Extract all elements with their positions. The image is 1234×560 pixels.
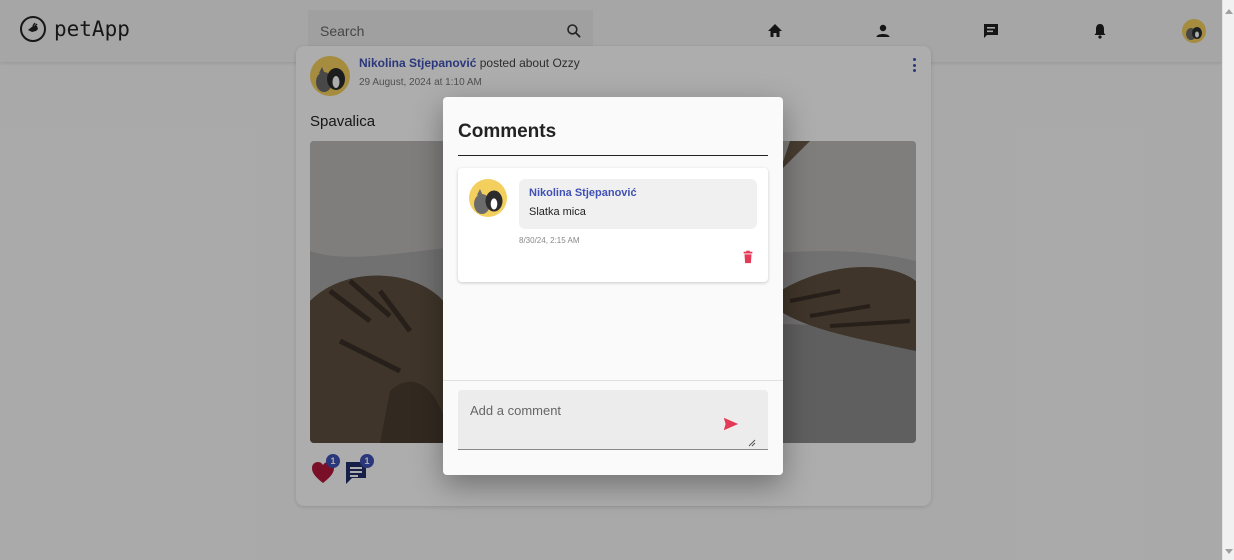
comment-item: Nikolina Stjepanović Slatka mica 8/30/24… [458, 168, 768, 282]
divider [458, 155, 768, 156]
delete-icon[interactable] [740, 249, 756, 265]
comment-bubble: Nikolina Stjepanović Slatka mica [519, 179, 757, 229]
comment-input[interactable] [458, 390, 708, 449]
comment-timestamp: 8/30/24, 2:15 AM [519, 236, 580, 245]
comment-author-link[interactable]: Nikolina Stjepanović [529, 187, 747, 199]
send-icon[interactable] [721, 414, 741, 434]
comment-form-field [458, 390, 768, 450]
divider [443, 380, 783, 381]
comment-text: Slatka mica [529, 206, 586, 218]
comment-author-avatar[interactable] [469, 179, 507, 217]
resize-handle-icon[interactable] [748, 434, 756, 447]
comments-dialog: Comments Nikolina Stjepanović Slatka mic… [443, 97, 783, 475]
dialog-title: Comments [458, 121, 557, 142]
scroll-up-arrow-icon[interactable] [1225, 9, 1233, 14]
scroll-down-arrow-icon[interactable] [1225, 549, 1233, 554]
scrollbar[interactable] [1222, 0, 1234, 560]
